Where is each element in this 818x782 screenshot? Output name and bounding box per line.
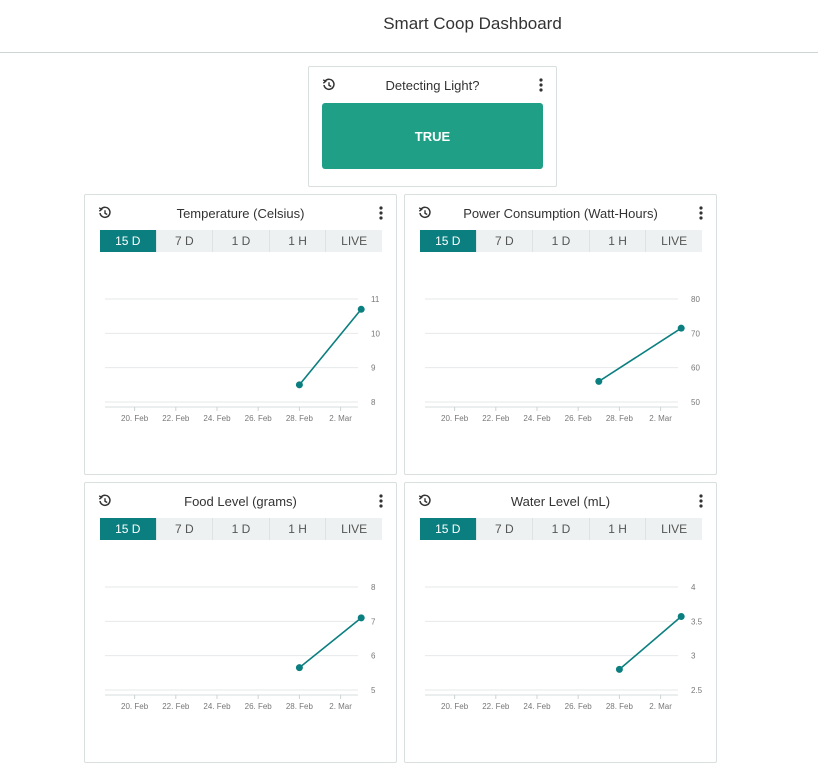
- x-tick-label: 26. Feb: [245, 414, 273, 423]
- x-tick-label: 24. Feb: [203, 702, 231, 711]
- line-chart: 8 9 10 11 20. Feb 22. Feb 24. Feb 26. Feb 28. Fe…: [105, 295, 380, 423]
- y-tick-label: 60: [691, 364, 700, 373]
- x-tick-label: 22. Feb: [162, 702, 190, 711]
- tab-1d[interactable]: 1 D: [532, 518, 589, 540]
- x-tick-label: 20. Feb: [121, 702, 149, 711]
- data-point: [615, 665, 623, 673]
- y-tick-label: 11: [371, 295, 380, 304]
- y-tick-label: 7: [371, 617, 376, 626]
- y-tick-label: 70: [691, 329, 700, 338]
- x-tick-label: 24. Feb: [523, 414, 551, 423]
- x-tick-label: 2. Mar: [329, 414, 352, 423]
- chart-title: Temperature (Celsius): [176, 206, 305, 221]
- series-line: [298, 617, 362, 669]
- chart-card-water-level: Water Level (mL) 15 D7 D1 D1 H LIVE 2.5 3 3.5…: [404, 482, 717, 763]
- data-point: [595, 377, 603, 385]
- chart-title: Water Level (mL): [510, 494, 611, 509]
- x-tick-label: 2. Mar: [649, 414, 672, 423]
- data-point: [295, 381, 303, 389]
- more-vertical-icon[interactable]: [699, 494, 703, 508]
- tab-1h[interactable]: 1 H: [268, 518, 326, 540]
- tab-1d[interactable]: 1 D: [212, 230, 269, 252]
- x-tick-label: 26. Feb: [245, 702, 273, 711]
- y-tick-label: 4: [691, 583, 696, 592]
- x-tick-label: 2. Mar: [329, 702, 352, 711]
- chart-title: Food Level (grams): [184, 494, 297, 509]
- tab-15d[interactable]: 15 D: [100, 230, 156, 252]
- tab-7d[interactable]: 7 D: [475, 230, 533, 252]
- y-tick-label: 80: [691, 295, 700, 304]
- x-tick-label: 20. Feb: [441, 702, 469, 711]
- x-tick-label: 2. Mar: [649, 702, 672, 711]
- series-line: [598, 327, 682, 383]
- time-range-tabs: 15 D7 D1 D1 H LIVE: [100, 518, 382, 540]
- data-point: [357, 305, 365, 313]
- tab-7d[interactable]: 7 D: [155, 230, 213, 252]
- chart-card-power-consumption: Power Consumption (Watt-Hours) 15 D7 D1 D…: [404, 194, 717, 475]
- x-tick-label: 28. Feb: [606, 702, 634, 711]
- y-tick-label: 50: [691, 398, 700, 407]
- more-vertical-icon[interactable]: [379, 494, 383, 508]
- line-chart: 2.5 3 3.5 4 20. Feb 22. Feb 24. Feb 26. Feb 28. …: [425, 583, 703, 711]
- chart-card-temperature: Temperature (Celsius) 15 D7 D1 D1 H LIVE 8 9…: [84, 194, 397, 475]
- y-tick-label: 10: [371, 329, 380, 338]
- more-vertical-icon[interactable]: [539, 78, 543, 92]
- tab-15d[interactable]: 15 D: [100, 518, 156, 540]
- data-point: [357, 614, 365, 622]
- x-tick-label: 24. Feb: [203, 414, 231, 423]
- x-tick-label: 24. Feb: [523, 702, 551, 711]
- more-vertical-icon[interactable]: [699, 206, 703, 220]
- tab-1h[interactable]: 1 H: [588, 230, 646, 252]
- y-tick-label: 9: [371, 364, 376, 373]
- series-line: [618, 615, 682, 671]
- dashboard-header: Smart Coop Dashboard: [0, 0, 818, 53]
- y-tick-label: 8: [371, 398, 376, 407]
- y-tick-label: 3.5: [691, 617, 703, 626]
- y-tick-label: 3: [691, 652, 696, 661]
- tab-1d[interactable]: 1 D: [212, 518, 269, 540]
- y-tick-label: 6: [371, 652, 376, 661]
- x-tick-label: 28. Feb: [286, 414, 314, 423]
- status-widget-title: Detecting Light?: [385, 78, 480, 93]
- x-tick-label: 28. Feb: [286, 702, 314, 711]
- data-point: [295, 664, 303, 672]
- time-range-tabs: 15 D7 D1 D1 H LIVE: [420, 230, 702, 252]
- x-tick-label: 22. Feb: [162, 414, 190, 423]
- tab-15d[interactable]: 15 D: [420, 230, 476, 252]
- tab-live[interactable]: LIVE: [325, 230, 382, 252]
- x-tick-label: 26. Feb: [565, 702, 593, 711]
- tab-15d[interactable]: 15 D: [420, 518, 476, 540]
- x-tick-label: 28. Feb: [606, 414, 634, 423]
- x-tick-label: 22. Feb: [482, 414, 510, 423]
- page-title: Smart Coop Dashboard: [383, 14, 562, 33]
- tab-7d[interactable]: 7 D: [475, 518, 533, 540]
- data-point: [677, 324, 685, 332]
- x-tick-label: 20. Feb: [441, 414, 469, 423]
- tab-7d[interactable]: 7 D: [155, 518, 213, 540]
- x-tick-label: 22. Feb: [482, 702, 510, 711]
- y-tick-label: 8: [371, 583, 376, 592]
- status-widget: Detecting Light? TRUE: [308, 66, 557, 187]
- x-tick-label: 20. Feb: [121, 414, 149, 423]
- time-range-tabs: 15 D7 D1 D1 H LIVE: [100, 230, 382, 252]
- more-vertical-icon[interactable]: [379, 206, 383, 220]
- tab-live[interactable]: LIVE: [645, 518, 702, 540]
- tab-1h[interactable]: 1 H: [588, 518, 646, 540]
- line-chart: 5 6 7 8 20. Feb 22. Feb 24. Feb 26. Feb 28. Feb 2…: [105, 583, 376, 711]
- tab-1d[interactable]: 1 D: [532, 230, 589, 252]
- data-point: [677, 613, 685, 621]
- line-chart: 50 60 70 80 20. Feb 22. Feb 24. Feb 26. Feb 28. …: [425, 295, 700, 423]
- x-tick-label: 26. Feb: [565, 414, 593, 423]
- chart-title: Power Consumption (Watt-Hours): [463, 206, 658, 221]
- y-tick-label: 5: [371, 686, 376, 695]
- tab-live[interactable]: LIVE: [645, 230, 702, 252]
- tab-live[interactable]: LIVE: [325, 518, 382, 540]
- chart-card-food-level: Food Level (grams) 15 D7 D1 D1 H LIVE 5 6 7 8 2…: [84, 482, 397, 763]
- time-range-tabs: 15 D7 D1 D1 H LIVE: [420, 518, 702, 540]
- series-line: [298, 308, 362, 386]
- tab-1h[interactable]: 1 H: [268, 230, 326, 252]
- y-tick-label: 2.5: [691, 686, 703, 695]
- status-value-badge: TRUE: [322, 103, 543, 169]
